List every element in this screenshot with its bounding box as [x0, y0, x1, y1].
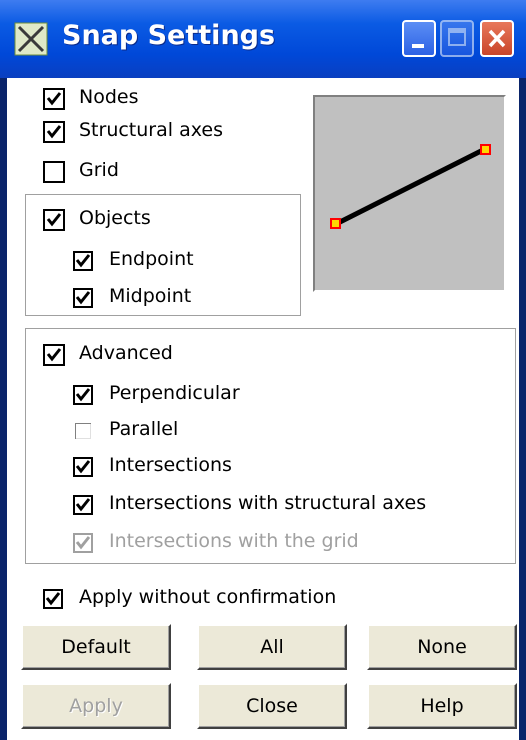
advanced-label: Advanced — [79, 342, 173, 364]
midpoint-option[interactable]: Midpoint — [73, 285, 273, 313]
endpoint-checkbox[interactable] — [73, 251, 93, 271]
advanced-option[interactable]: Advanced — [43, 342, 283, 370]
endpoint-marker — [480, 144, 491, 155]
maximize-button — [440, 20, 474, 57]
checkmark-icon — [46, 92, 62, 106]
checkmark-icon — [46, 213, 62, 227]
close-icon — [488, 29, 506, 48]
perpendicular-checkbox[interactable] — [73, 385, 93, 405]
objects-label: Objects — [79, 207, 151, 229]
parallel-checkbox[interactable] — [73, 421, 93, 441]
grid-option[interactable]: Grid — [43, 159, 283, 187]
minimize-icon — [412, 44, 424, 48]
dialog-body: Nodes Structural axes Grid Objects Endpo… — [7, 78, 519, 740]
close-button[interactable]: Close — [197, 683, 347, 729]
intersections-option[interactable]: Intersections — [73, 454, 353, 482]
intersections-axes-checkbox[interactable] — [73, 495, 93, 515]
snap-preview — [313, 95, 506, 292]
window-title: Snap Settings — [62, 20, 276, 51]
intersections-axes-label: Intersections with structural axes — [109, 492, 427, 514]
checkmark-icon — [75, 536, 91, 550]
snap-settings-window: Snap Settings Nodes Structural axes Grid… — [0, 0, 526, 740]
apply-without-confirmation-option[interactable]: Apply without confirmation — [43, 586, 403, 614]
title-bar[interactable]: Snap Settings — [0, 0, 526, 78]
checkmark-icon — [75, 254, 91, 268]
intersections-grid-option: Intersections with the grid — [73, 530, 503, 558]
close-window-button[interactable] — [480, 20, 514, 57]
checkmark-icon — [75, 498, 91, 512]
checkmark-icon — [75, 388, 91, 402]
midpoint-checkbox[interactable] — [73, 288, 93, 308]
checkmark-icon — [46, 125, 62, 139]
nodes-checkbox[interactable] — [43, 88, 65, 110]
perpendicular-label: Perpendicular — [109, 382, 240, 404]
apply-without-confirmation-checkbox[interactable] — [43, 589, 63, 609]
nodes-option[interactable]: Nodes — [43, 86, 283, 114]
grid-checkbox[interactable] — [43, 161, 65, 183]
intersections-grid-label: Intersections with the grid — [109, 530, 359, 552]
structural-axes-label: Structural axes — [79, 119, 223, 141]
midpoint-label: Midpoint — [109, 285, 192, 307]
endpoint-option[interactable]: Endpoint — [73, 248, 273, 276]
parallel-label: Parallel — [109, 418, 179, 440]
all-button[interactable]: All — [197, 624, 347, 670]
intersections-checkbox[interactable] — [73, 457, 93, 477]
endpoint-marker — [330, 218, 341, 229]
objects-checkbox[interactable] — [43, 209, 65, 231]
preview-line — [330, 144, 491, 229]
none-button[interactable]: None — [367, 624, 517, 670]
nodes-label: Nodes — [79, 86, 139, 108]
checkmark-icon — [46, 348, 62, 362]
parallel-option[interactable]: Parallel — [73, 418, 353, 446]
checkmark-icon — [75, 291, 91, 305]
advanced-checkbox[interactable] — [43, 344, 65, 366]
intersections-axes-option[interactable]: Intersections with structural axes — [73, 492, 503, 520]
structural-axes-option[interactable]: Structural axes — [43, 119, 283, 147]
apply-without-confirmation-label: Apply without confirmation — [79, 586, 337, 608]
snap-x-icon — [14, 22, 48, 56]
maximize-icon — [448, 28, 466, 46]
endpoint-label: Endpoint — [109, 248, 194, 270]
help-button[interactable]: Help — [367, 683, 517, 729]
structural-axes-checkbox[interactable] — [43, 121, 65, 143]
objects-option[interactable]: Objects — [43, 207, 263, 235]
intersections-label: Intersections — [109, 454, 232, 476]
checkmark-icon — [45, 592, 61, 606]
checkmark-icon — [75, 460, 91, 474]
apply-button: Apply — [21, 683, 171, 729]
minimize-button[interactable] — [402, 20, 436, 57]
default-button[interactable]: Default — [21, 624, 171, 670]
perpendicular-option[interactable]: Perpendicular — [73, 382, 353, 410]
grid-label: Grid — [79, 159, 119, 181]
intersections-grid-checkbox — [73, 533, 93, 553]
